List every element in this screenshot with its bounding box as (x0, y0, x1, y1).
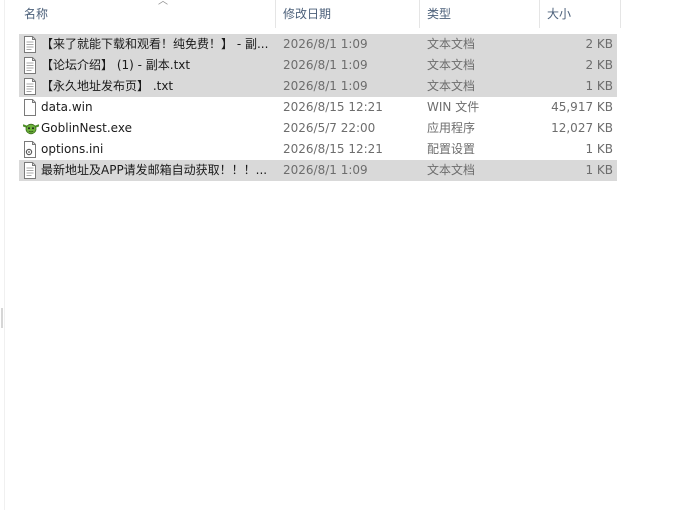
text-file-icon (23, 78, 37, 95)
file-date: 2026/8/1 1:09 (283, 163, 368, 177)
file-name: GoblinNest.exe (41, 121, 132, 135)
file-name: 【论坛介绍】 (1) - 副本.txt (41, 58, 191, 72)
column-header-type-label: 类型 (427, 7, 452, 21)
column-header-bar: ︿ 名称 修改日期 类型 大小 (4, 0, 694, 28)
file-name: 【永久地址发布页】 .txt (41, 79, 174, 93)
file-row[interactable]: 最新地址及APP请发邮箱自动获取！！！... 2026/8/1 1:09 文本文… (19, 160, 617, 181)
file-size: 2 KB (585, 37, 613, 51)
file-name: 【来了就能下载和观看！纯免费！】 - 副... (41, 37, 269, 51)
file-date: 2026/8/1 1:09 (283, 79, 368, 93)
file-size: 1 KB (585, 142, 613, 156)
file-row[interactable]: options.ini 2026/8/15 12:21 配置设置 1 KB (19, 139, 617, 160)
column-header-name[interactable]: ︿ 名称 (18, 0, 276, 28)
text-file-icon (23, 162, 37, 179)
column-header-type[interactable]: 类型 (421, 0, 540, 28)
file-date: 2026/8/1 1:09 (283, 37, 368, 51)
pane-resize-handle[interactable] (1, 308, 3, 328)
file-size: 1 KB (585, 163, 613, 177)
file-row[interactable]: 【论坛介绍】 (1) - 副本.txt 2026/8/1 1:09 文本文档 2… (19, 55, 617, 76)
file-row[interactable]: data.win 2026/8/15 12:21 WIN 文件 45,917 K… (19, 97, 617, 118)
file-row[interactable]: 【永久地址发布页】 .txt 2026/8/1 1:09 文本文档 1 KB (19, 76, 617, 97)
navigation-pane-edge[interactable] (0, 0, 5, 510)
goblin-app-icon (22, 120, 40, 137)
blank-file-icon (23, 99, 37, 116)
column-header-date-label: 修改日期 (283, 7, 332, 21)
text-file-icon (23, 57, 37, 74)
file-size: 2 KB (585, 58, 613, 72)
column-header-date[interactable]: 修改日期 (277, 0, 420, 28)
file-name: options.ini (41, 142, 104, 156)
file-name: data.win (41, 100, 93, 114)
file-name: 最新地址及APP请发邮箱自动获取！！！... (41, 163, 268, 177)
file-date: 2026/8/15 12:21 (283, 142, 383, 156)
file-date: 2026/5/7 22:00 (283, 121, 376, 135)
file-row[interactable]: GoblinNest.exe 2026/5/7 22:00 应用程序 12,02… (19, 118, 617, 139)
file-date: 2026/8/1 1:09 (283, 58, 368, 72)
text-file-icon (23, 36, 37, 53)
file-size: 12,027 KB (551, 121, 613, 135)
file-row[interactable]: 【来了就能下载和观看！纯免费！】 - 副... 2026/8/1 1:09 文本… (19, 34, 617, 55)
file-size: 45,917 KB (551, 100, 613, 114)
column-header-size[interactable]: 大小 (541, 0, 621, 28)
file-size: 1 KB (585, 79, 613, 93)
settings-file-icon (23, 141, 37, 158)
file-explorer-view: ︿ 名称 修改日期 类型 大小 【来了就能下载和观看！纯免费！】 - 副... … (0, 0, 694, 510)
file-date: 2026/8/15 12:21 (283, 100, 383, 114)
column-header-name-label: 名称 (24, 7, 49, 21)
column-header-size-label: 大小 (547, 7, 572, 21)
sort-up-arrow-icon: ︿ (158, 0, 168, 7)
